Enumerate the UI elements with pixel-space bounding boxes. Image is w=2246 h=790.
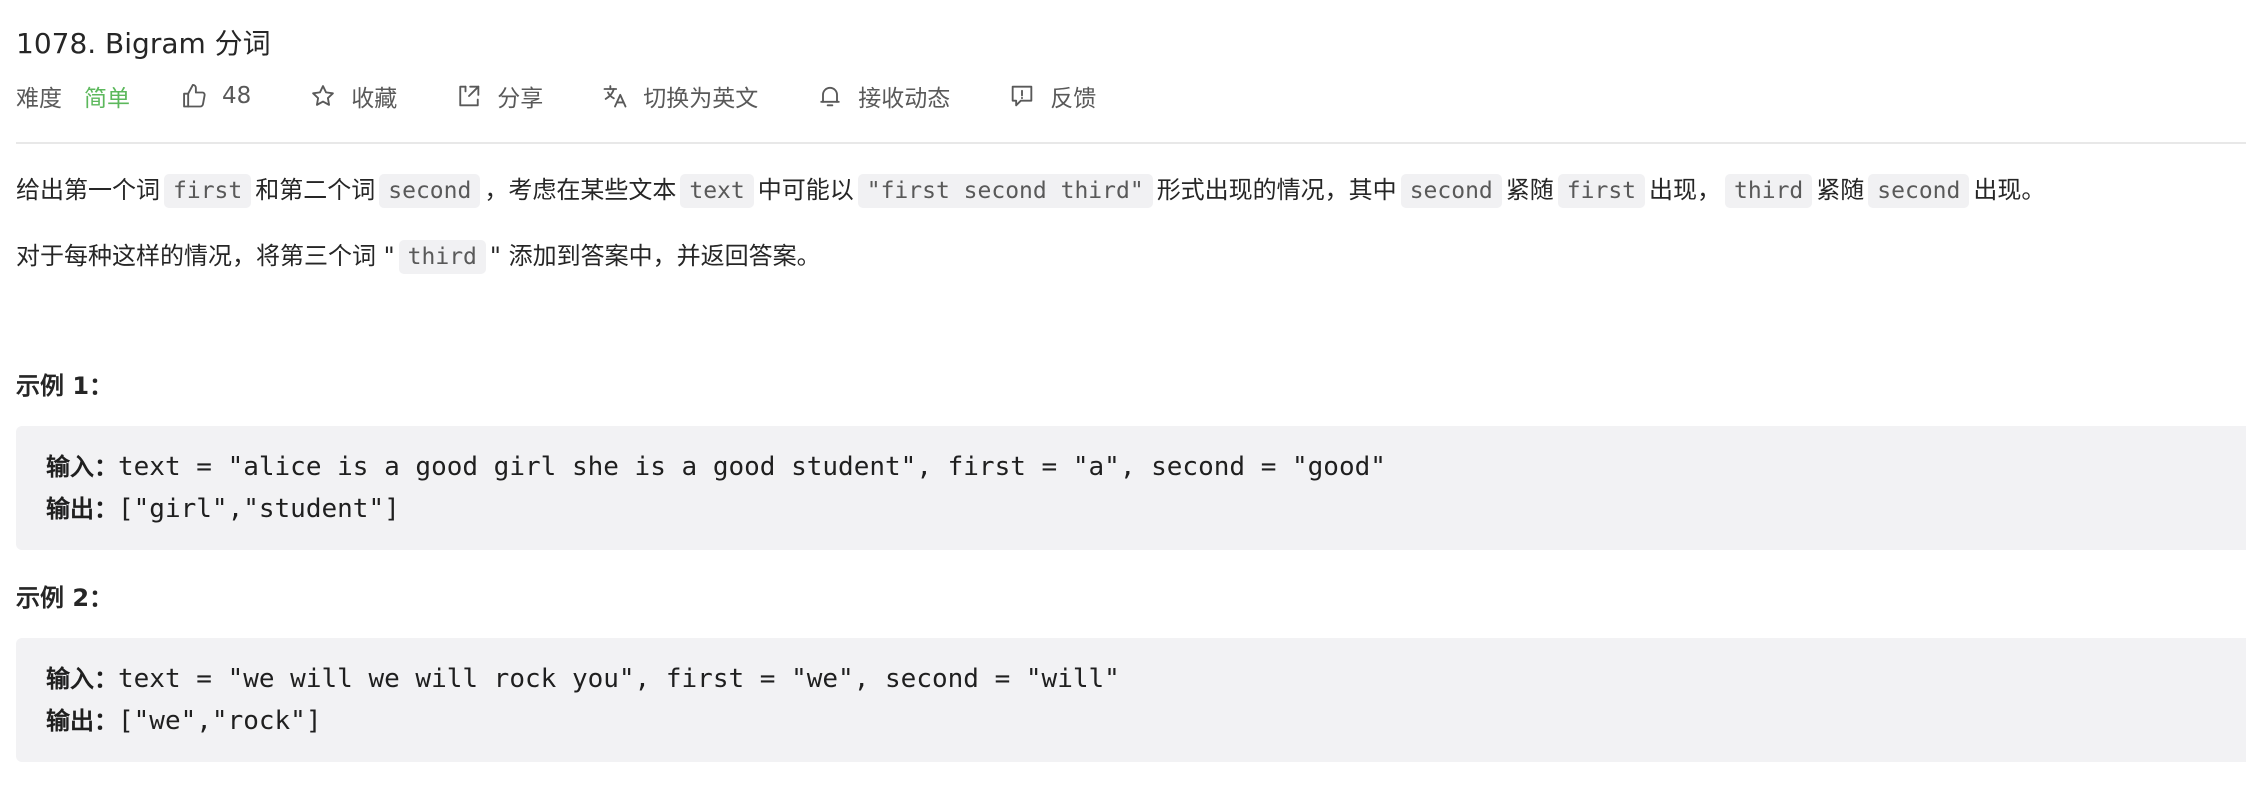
example-input-label: 输入：: [46, 665, 118, 693]
like-count: 48: [222, 83, 252, 109]
example-output-label: 输出：: [46, 495, 118, 523]
subscribe-button[interactable]: 接收动态: [816, 79, 950, 113]
example-2-heading: 示例 2：: [16, 584, 114, 612]
share-label: 分享: [497, 86, 544, 112]
switch-language-label: 切换为英文: [643, 86, 759, 112]
inline-code: third: [398, 240, 486, 274]
text-span: 和第二个词: [255, 176, 376, 204]
feedback-button[interactable]: 反馈: [1008, 79, 1096, 113]
example-output-value: ["we","rock"]: [118, 706, 322, 736]
text-span: 对于每种这样的情况，将第三个词 ": [16, 242, 395, 270]
inline-code: "first second third": [857, 174, 1153, 208]
bell-icon: [816, 82, 844, 110]
thumbs-up-icon: [180, 82, 208, 110]
problem-title: 1078. Bigram 分词: [16, 27, 271, 60]
inline-code: first: [164, 174, 252, 208]
text-span: 中可能以: [757, 176, 854, 204]
text-span: 出现，: [1649, 176, 1722, 204]
example-output-line: 输出：["girl","student"]: [46, 488, 2246, 530]
example-input-value: text = "alice is a good girl she is a go…: [118, 452, 1386, 482]
problem-page: 1078. Bigram 分词 难度 简单 48 收藏 分享 切换为英文 接收动…: [0, 0, 2246, 790]
header-divider: [16, 142, 2246, 144]
switch-language-button[interactable]: 切换为英文: [601, 79, 758, 113]
description-paragraph-2: 对于每种这样的情况，将第三个词 " third " 添加到答案中，并返回答案。: [16, 236, 821, 277]
description-paragraph-1: 给出第一个词 first 和第二个词 second ，考虑在某些文本 text 中可能以 "f…: [16, 170, 2045, 211]
difficulty-value: 简单: [84, 86, 130, 112]
inline-code: second: [379, 174, 481, 208]
share-icon: [455, 82, 483, 110]
text-span: ，考虑在某些文本: [484, 176, 677, 204]
like-button[interactable]: 48: [180, 82, 251, 110]
example-output-label: 输出：: [46, 707, 118, 735]
feedback-label: 反馈: [1050, 86, 1097, 112]
problem-meta-toolbar: 难度 简单 48 收藏 分享 切换为英文 接收动态 反馈: [16, 79, 1154, 113]
favorite-button[interactable]: 收藏: [309, 79, 397, 113]
text-span: 出现。: [1973, 176, 2046, 204]
difficulty-label: 难度: [16, 86, 62, 112]
translate-icon: [601, 82, 629, 110]
subscribe-label: 接收动态: [858, 86, 951, 112]
inline-code: text: [680, 174, 754, 208]
favorite-label: 收藏: [351, 86, 398, 112]
example-2-block: 输入：text = "we will we will rock you", fi…: [16, 638, 2246, 762]
example-1-heading: 示例 1：: [16, 372, 114, 400]
star-icon: [309, 82, 337, 110]
example-input-line: 输入：text = "we will we will rock you", fi…: [46, 658, 2246, 700]
text-span: 形式出现的情况，其中: [1156, 176, 1397, 204]
text-span: 紧随: [1816, 176, 1865, 204]
share-button[interactable]: 分享: [455, 79, 543, 113]
example-input-value: text = "we will we will rock you", first…: [118, 664, 1120, 694]
example-output-value: ["girl","student"]: [118, 494, 400, 524]
inline-code: second: [1868, 174, 1970, 208]
text-span: 紧随: [1505, 176, 1554, 204]
example-input-line: 输入：text = "alice is a good girl she is a…: [46, 446, 2246, 488]
text-span: " 添加到答案中，并返回答案。: [489, 242, 821, 270]
inline-code: second: [1400, 174, 1502, 208]
inline-code: third: [1725, 174, 1813, 208]
feedback-icon: [1008, 82, 1036, 110]
inline-code: first: [1557, 174, 1646, 208]
text-span: 给出第一个词: [16, 176, 160, 204]
example-input-label: 输入：: [46, 453, 118, 481]
example-1-block: 输入：text = "alice is a good girl she is a…: [16, 426, 2246, 550]
example-output-line: 输出：["we","rock"]: [46, 700, 2246, 742]
